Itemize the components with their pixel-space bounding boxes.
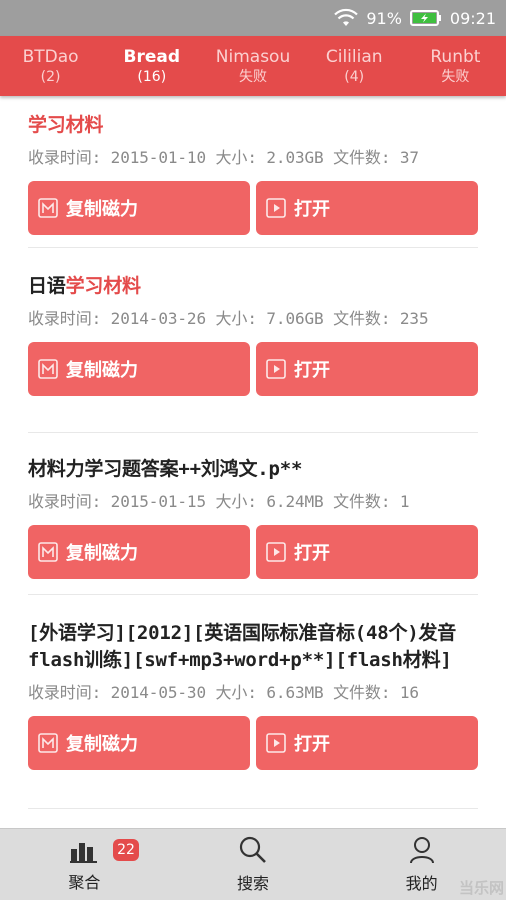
- play-icon: [264, 357, 288, 381]
- open-button[interactable]: 打开: [256, 716, 478, 770]
- play-icon: [264, 731, 288, 755]
- copy-magnet-button[interactable]: 复制磁力: [28, 342, 250, 396]
- result-meta: 收录时间: 2015-01-10 大小: 2.03GB 文件数: 37: [28, 148, 419, 167]
- source-tabs: BTDao (2) Bread (16) Nimasou 失败 Cililian…: [0, 36, 506, 96]
- result-meta: 收录时间: 2014-05-30 大小: 6.63MB 文件数: 16: [28, 683, 419, 702]
- open-button[interactable]: 打开: [256, 342, 478, 396]
- battery-percent: 91%: [366, 8, 402, 28]
- status-bar: 91% 09:21: [0, 0, 506, 36]
- user-icon: [408, 836, 436, 868]
- play-icon: [264, 196, 288, 220]
- nav-aggregate[interactable]: 聚合 22: [0, 829, 169, 900]
- result-meta: 收录时间: 2014-03-26 大小: 7.06GB 文件数: 235: [28, 309, 429, 328]
- search-icon: [238, 836, 268, 868]
- tab-status: 失败: [239, 69, 267, 85]
- bottom-nav: 聚合 22 搜索 我的 当乐网: [0, 828, 506, 900]
- tab-label: Runbt: [430, 47, 481, 67]
- open-button[interactable]: 打开: [256, 525, 478, 579]
- magnet-icon: [36, 357, 60, 381]
- watermark: 当乐网: [458, 879, 504, 897]
- result-meta: 收录时间: 2015-01-15 大小: 6.24MB 文件数: 1: [28, 492, 410, 511]
- battery-charging-icon: [409, 9, 442, 27]
- play-icon: [264, 540, 288, 564]
- clock: 09:21: [449, 8, 496, 28]
- tab-status: 失败: [441, 69, 470, 85]
- tab-count: (2): [40, 69, 61, 85]
- divider: [28, 594, 478, 595]
- nav-label: 我的: [405, 873, 438, 893]
- tab-count: (16): [137, 69, 167, 85]
- nav-label: 搜索: [237, 873, 270, 893]
- nav-label: 聚合: [68, 872, 101, 892]
- bar-chart-icon: [69, 837, 99, 867]
- magnet-icon: [36, 731, 60, 755]
- tab-cililian[interactable]: Cililian (4): [304, 36, 405, 96]
- list-item: 材料力学习题答案++刘鸿文.p** 收录时间: 2015-01-15 大小: 6…: [28, 456, 478, 579]
- result-title: 日语学习材料: [28, 275, 141, 297]
- list-item: 学习材料 收录时间: 2015-01-10 大小: 2.03GB 文件数: 37…: [28, 112, 478, 235]
- tab-btdao[interactable]: BTDao (2): [0, 36, 101, 96]
- result-title: 材料力学习题答案++刘鸿文.p**: [28, 458, 303, 480]
- list-item: 日语学习材料 收录时间: 2014-03-26 大小: 7.06GB 文件数: …: [28, 273, 478, 396]
- tab-runbt[interactable]: Runbt 失败: [405, 36, 506, 96]
- copy-magnet-button[interactable]: 复制磁力: [28, 181, 250, 235]
- tab-bread[interactable]: Bread (16): [101, 36, 202, 96]
- divider: [28, 247, 478, 248]
- copy-magnet-button[interactable]: 复制磁力: [28, 525, 250, 579]
- open-button[interactable]: 打开: [256, 181, 478, 235]
- wifi-icon: [334, 8, 359, 28]
- result-list[interactable]: 学习材料 收录时间: 2015-01-10 大小: 2.03GB 文件数: 37…: [0, 96, 506, 828]
- nav-search[interactable]: 搜索: [169, 829, 338, 900]
- tab-label: BTDao: [22, 47, 79, 67]
- divider: [28, 808, 478, 809]
- magnet-icon: [36, 540, 60, 564]
- result-title: 学习材料: [28, 114, 104, 136]
- copy-magnet-button[interactable]: 复制磁力: [28, 716, 250, 770]
- notification-badge: 22: [113, 839, 139, 861]
- tab-label: Cililian: [325, 47, 383, 67]
- list-item: [外语学习][2012][英语国际标准音标(48个)发音flash训练][swf…: [28, 620, 478, 770]
- tab-nimasou[interactable]: Nimasou 失败: [202, 36, 303, 96]
- tab-label: Nimasou: [215, 47, 291, 67]
- tab-label: Bread: [123, 47, 181, 67]
- magnet-icon: [36, 196, 60, 220]
- divider: [28, 432, 478, 433]
- tab-count: (4): [344, 69, 365, 85]
- result-title: [外语学习][2012][英语国际标准音标(48个)发音flash训练][swf…: [28, 622, 457, 671]
